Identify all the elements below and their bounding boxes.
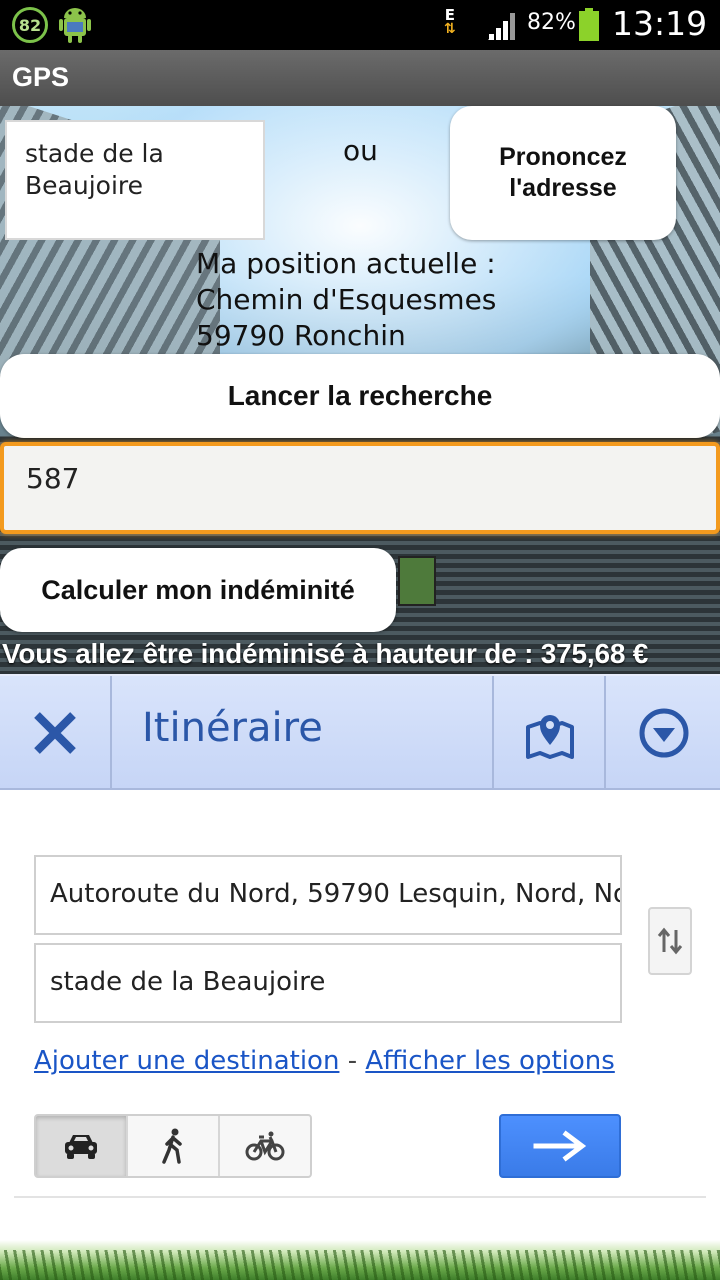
bike-icon [245, 1131, 285, 1161]
close-button[interactable] [0, 676, 112, 790]
mode-walk-button[interactable] [128, 1116, 220, 1176]
current-position: Ma position actuelle : Chemin d'Esquesme… [196, 246, 496, 354]
current-position-heading: Ma position actuelle : [196, 247, 496, 280]
arrow-right-icon [533, 1130, 587, 1162]
map-button[interactable] [496, 676, 606, 790]
travel-mode-selector [34, 1114, 312, 1178]
search-button[interactable]: Lancer la recherche [0, 354, 720, 438]
status-bar: 82 E ⇅ 82% 13:19 [0, 0, 720, 50]
data-type-label: E [444, 6, 455, 24]
battery-icon [579, 8, 599, 41]
destination-input[interactable]: stade de la Beaujoire [5, 120, 265, 240]
destination-field[interactable]: stade de la Beaujoire [34, 943, 622, 1023]
add-destination-link[interactable]: Ajouter une destination [34, 1046, 339, 1076]
map-pin-icon [526, 715, 574, 759]
go-button[interactable] [499, 1114, 621, 1178]
chevron-down-circle-icon [639, 708, 689, 758]
show-options-link[interactable]: Afficher les options [365, 1046, 614, 1076]
origin-input[interactable]: Autoroute du Nord, 59790 Lesquin, Nord, … [34, 855, 622, 935]
calculate-compensation-button[interactable]: Calculer mon indéminité [0, 548, 396, 632]
panel-divider [14, 1196, 706, 1198]
amount-input[interactable]: 587 [0, 442, 720, 534]
data-network-indicator: E ⇅ [444, 6, 456, 37]
directions-links: Ajouter une destination - Afficher les o… [34, 1046, 615, 1076]
separator-text: - [347, 1046, 358, 1076]
notification-badge: 82 [12, 7, 48, 43]
or-label: ou [343, 134, 378, 167]
app-title-bar: GPS [0, 50, 720, 106]
grass-strip [0, 1240, 720, 1280]
voice-address-button[interactable]: Prononcez l'adresse [450, 106, 676, 240]
app-title: GPS [12, 62, 70, 92]
data-arrows-icon: ⇅ [444, 21, 456, 37]
mode-car-button[interactable] [36, 1116, 128, 1176]
clock: 13:19 [612, 4, 708, 43]
walk-icon [162, 1128, 182, 1164]
screen: 82 E ⇅ 82% 13:19 GPS stade de la Beaujoi… [0, 0, 720, 1280]
car-icon [65, 1135, 97, 1159]
signal-icon [488, 13, 515, 40]
swap-button[interactable] [648, 907, 692, 975]
directions-panel: Autoroute du Nord, 59790 Lesquin, Nord, … [0, 790, 720, 1240]
links-separator: - [348, 1046, 366, 1076]
mode-bike-button[interactable] [220, 1116, 310, 1176]
close-icon [34, 712, 76, 754]
current-position-street: Chemin d'Esquesmes [196, 283, 497, 316]
android-icon [59, 8, 91, 43]
current-position-city: 59790 Ronchin [196, 319, 406, 352]
compensation-result: Vous allez être indéminisé à hauteur de … [2, 638, 649, 669]
itinerary-title: Itinéraire [114, 676, 494, 790]
swap-icon [657, 927, 683, 955]
stadium-screen [398, 556, 436, 606]
more-options-button[interactable] [608, 676, 720, 790]
itinerary-header: Itinéraire [0, 674, 720, 790]
battery-percent: 82% [527, 10, 576, 35]
